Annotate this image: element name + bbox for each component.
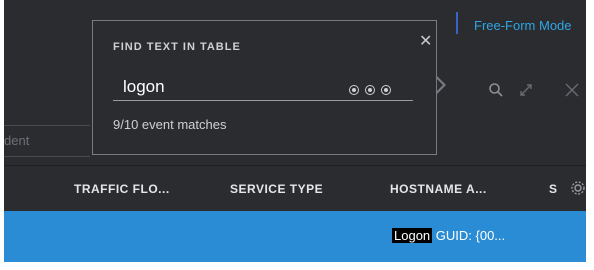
cell-text: GUID: {00... xyxy=(432,228,506,243)
table-header: TRAFFIC FLO... SERVICE TYPE HOSTNAME A..… xyxy=(4,165,586,212)
free-form-mode-link[interactable]: Free-Form Mode xyxy=(474,18,572,33)
events-table-app: Free-Form Mode dent TRAFFIC FLO... SERVI… xyxy=(4,0,586,262)
find-text-panel: FIND TEXT IN TABLE ✕ 9/10 event matches xyxy=(92,20,437,155)
next-match-icon[interactable] xyxy=(365,85,375,95)
column-header-service-type[interactable]: SERVICE TYPE xyxy=(230,182,323,196)
panel-title: FIND TEXT IN TABLE xyxy=(113,41,241,53)
match-count: 9/10 event matches xyxy=(113,117,227,132)
search-match-highlight: Logon xyxy=(392,228,433,243)
close-icon[interactable] xyxy=(564,82,580,102)
column-header-hostname[interactable]: HOSTNAME A... xyxy=(390,182,487,196)
close-icon[interactable]: ✕ xyxy=(419,31,432,51)
expand-icon[interactable] xyxy=(518,82,534,102)
divider xyxy=(456,12,458,34)
clear-icon[interactable] xyxy=(381,85,391,95)
table-row-selected[interactable]: Logon GUID: {00... xyxy=(4,211,586,262)
filter-field-text: dent xyxy=(4,133,30,148)
hostname-cell: Logon GUID: {00... xyxy=(392,228,505,243)
search-icon[interactable] xyxy=(488,82,504,102)
filter-field[interactable]: dent xyxy=(4,125,90,157)
gear-icon[interactable] xyxy=(570,180,586,200)
previous-match-icon[interactable] xyxy=(349,85,359,95)
column-header-traffic-flow[interactable]: TRAFFIC FLO... xyxy=(74,182,170,196)
column-header-truncated[interactable]: S xyxy=(549,182,558,196)
